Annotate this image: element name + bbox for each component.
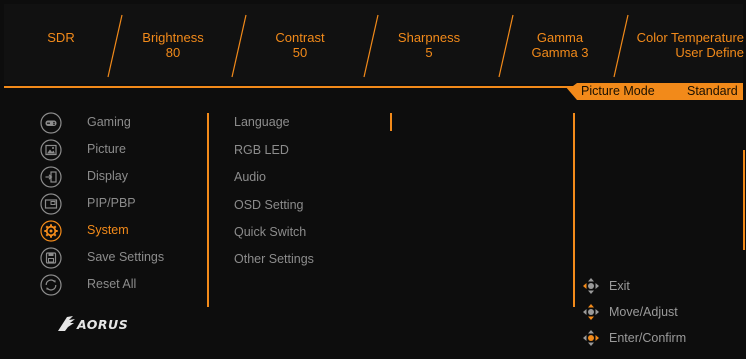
gamma-status: Gamma Gamma 3 — [517, 30, 603, 60]
menu-item-gaming[interactable]: Gaming — [40, 112, 205, 136]
menu-item-save-settings[interactable]: Save Settings — [40, 247, 205, 271]
menu-label-gaming: Gaming — [87, 115, 131, 129]
brightness-label: Brightness — [142, 30, 204, 45]
submenu-item-language[interactable]: Language — [234, 115, 290, 130]
hint-move-adjust: Move/Adjust — [582, 303, 732, 323]
submenu-item-other-settings[interactable]: Other Settings — [234, 252, 314, 267]
menu-item-pip-pbp[interactable]: PIP/PBP — [40, 193, 205, 217]
status-divider — [107, 14, 123, 78]
status-divider — [363, 14, 379, 78]
scroll-indicator — [743, 150, 745, 250]
contrast-label: Contrast — [275, 30, 325, 45]
osd-screen: SDR Brightness 80 Contrast 50 Sharpness … — [0, 0, 746, 359]
menu-item-system[interactable]: System — [40, 220, 205, 244]
menu-label-system: System — [87, 223, 129, 237]
picture-mode-value: Standard — [687, 84, 738, 98]
submenu-item-audio[interactable]: Audio — [234, 170, 266, 185]
column-divider — [573, 113, 575, 307]
status-divider — [613, 14, 629, 78]
hint-exit: Exit — [582, 277, 732, 297]
dynamic-range-status: SDR — [36, 30, 86, 45]
column-divider — [207, 113, 209, 307]
gear-icon — [40, 220, 62, 242]
status-divider — [498, 14, 514, 78]
hint-label-move-adjust: Move/Adjust — [609, 305, 678, 319]
pip-icon — [40, 193, 62, 215]
aorus-logo-text: AORUS — [76, 317, 128, 332]
picture-mode-label: Picture Mode — [581, 84, 655, 98]
hint-label-enter-confirm: Enter/Confirm — [609, 331, 687, 345]
joystick-exit-icon — [583, 278, 599, 294]
submenu-item-rgb-led[interactable]: RGB LED — [234, 143, 289, 158]
reset-icon — [40, 274, 62, 296]
contrast-status: Contrast 50 — [258, 30, 342, 60]
color-temperature-value: User Define — [675, 45, 744, 60]
display-input-icon — [40, 166, 62, 188]
column-divider — [390, 113, 392, 131]
status-divider — [231, 14, 247, 78]
aorus-eagle-icon — [58, 316, 75, 331]
menu-item-reset-all[interactable]: Reset All — [40, 274, 205, 298]
save-icon — [40, 247, 62, 269]
sharpness-value: 5 — [425, 45, 433, 60]
hint-label-exit: Exit — [609, 279, 630, 293]
sharpness-label: Sharpness — [397, 30, 461, 45]
menu-label-pip-pbp: PIP/PBP — [87, 196, 136, 210]
status-bar: SDR Brightness 80 Contrast 50 Sharpness … — [4, 4, 744, 84]
joystick-press-icon — [583, 330, 599, 346]
sharpness-status: Sharpness 5 — [384, 30, 474, 60]
menu-label-reset-all: Reset All — [87, 277, 137, 291]
color-temperature-label: Color Temperature — [636, 30, 744, 45]
menu-label-display: Display — [87, 169, 128, 183]
brightness-status: Brightness 80 — [131, 30, 215, 60]
picture-mode-indicator: Picture Mode Standard — [565, 83, 743, 100]
menu-label-save-settings: Save Settings — [87, 250, 165, 264]
menu-item-display[interactable]: Display — [40, 166, 205, 190]
gamma-label: Gamma — [536, 30, 584, 45]
gamma-value: Gamma 3 — [531, 45, 589, 60]
dynamic-range-value: SDR — [47, 30, 75, 45]
contrast-value: 50 — [292, 45, 308, 60]
hint-enter-confirm: Enter/Confirm — [582, 329, 732, 349]
color-temperature-status: Color Temperature User Define — [629, 30, 744, 60]
joystick-move-icon — [583, 304, 599, 320]
brightness-value: 80 — [165, 45, 181, 60]
aorus-logo: AORUS — [58, 316, 128, 332]
menu-item-picture[interactable]: Picture — [40, 139, 205, 163]
gamepad-icon — [40, 112, 62, 134]
submenu-item-osd-setting[interactable]: OSD Setting — [234, 198, 303, 213]
submenu-item-quick-switch[interactable]: Quick Switch — [234, 225, 306, 240]
picture-icon — [40, 139, 62, 161]
menu-label-picture: Picture — [87, 142, 126, 156]
